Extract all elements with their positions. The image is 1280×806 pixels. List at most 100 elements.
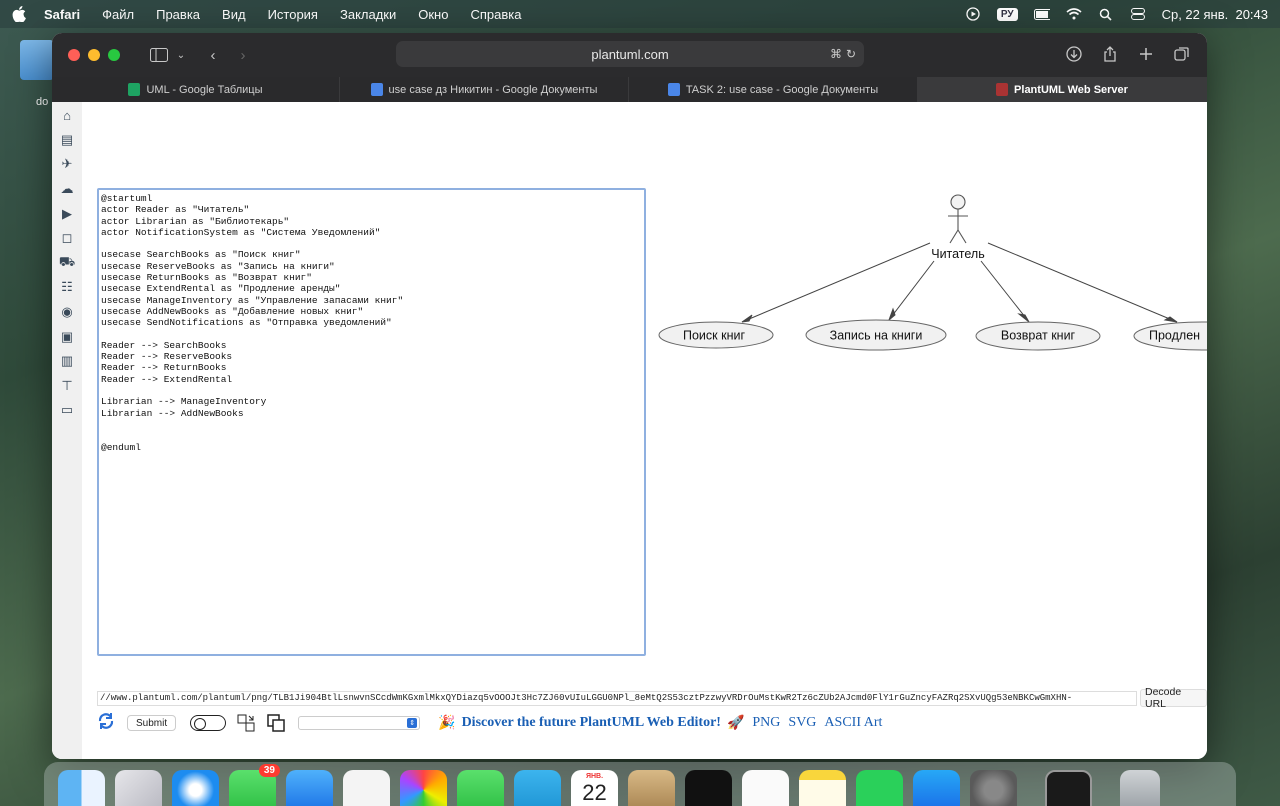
- desktop-folder-label[interactable]: do: [36, 96, 48, 108]
- photos-app-icon[interactable]: [400, 770, 447, 806]
- code-line: actor Librarian as "Библиотекарь": [101, 215, 290, 227]
- code-line: Reader --> ReserveBooks: [101, 351, 233, 363]
- refresh-icon[interactable]: [97, 712, 117, 735]
- cart-icon[interactable]: ⛟: [58, 254, 76, 273]
- minimize-window-button[interactable]: [88, 49, 100, 61]
- tab-label: PlantUML Web Server: [1014, 83, 1128, 96]
- editor-controls: Submit ⇕ 🎉 Discover the future PlantUML …: [97, 710, 1197, 736]
- menu-file[interactable]: Файл: [102, 7, 134, 22]
- app-store-app-icon[interactable]: [913, 770, 960, 806]
- spark-app-icon[interactable]: [685, 770, 732, 806]
- terminal-app-icon[interactable]: [1045, 770, 1092, 806]
- mail-app-icon[interactable]: [286, 770, 333, 806]
- contacts-app-icon[interactable]: [628, 770, 675, 806]
- zoom-window-button[interactable]: [108, 49, 120, 61]
- forward-icon[interactable]: ›: [232, 44, 254, 66]
- messages-app-icon[interactable]: 39: [229, 764, 280, 806]
- code-line: Reader --> SearchBooks: [101, 339, 227, 351]
- battery-icon[interactable]: [1033, 7, 1050, 21]
- export-format-select[interactable]: ⇕: [298, 716, 421, 730]
- telegram-app-icon[interactable]: [514, 770, 561, 806]
- trash-app-icon[interactable]: [1120, 770, 1160, 806]
- document-icon[interactable]: ▤: [58, 131, 76, 150]
- cloud-icon[interactable]: ☁: [58, 180, 76, 199]
- window-controls: [68, 49, 120, 61]
- palette-icon[interactable]: ◉: [58, 303, 76, 322]
- wifi-icon[interactable]: [1066, 7, 1082, 21]
- ascii-art-link[interactable]: ASCII Art: [824, 715, 882, 731]
- menu-help[interactable]: Справка: [470, 7, 521, 22]
- tab-overview-icon[interactable]: [1171, 43, 1193, 65]
- apple-menu-icon[interactable]: [12, 6, 26, 22]
- sidebar-toggle-icon[interactable]: [148, 44, 170, 66]
- tab-uml-sheets[interactable]: UML - Google Таблицы: [52, 77, 340, 102]
- sitemap-icon[interactable]: ☷: [58, 278, 76, 297]
- play-icon[interactable]: [965, 7, 981, 21]
- copy-image-icon[interactable]: [266, 713, 286, 733]
- decode-url-button[interactable]: Decode URL: [1140, 686, 1207, 710]
- menu-edit[interactable]: Правка: [156, 7, 200, 22]
- status-area: РУ Ср, 22 янв. 20:43: [965, 7, 1268, 22]
- system-settings-app-icon[interactable]: [970, 770, 1017, 806]
- menu-app-name[interactable]: Safari: [44, 7, 80, 22]
- tab-task2-docs[interactable]: TASK 2: use case - Google Документы: [629, 77, 918, 102]
- close-window-button[interactable]: [68, 49, 80, 61]
- back-icon[interactable]: ‹: [202, 44, 224, 66]
- control-center-icon[interactable]: [1130, 7, 1146, 21]
- reload-icon[interactable]: ↻: [846, 47, 856, 61]
- share-icon[interactable]: [1099, 43, 1121, 65]
- notes-app-icon[interactable]: [799, 770, 846, 806]
- menubar-datetime[interactable]: Ср, 22 янв. 20:43: [1162, 7, 1268, 22]
- whatsapp-app-icon[interactable]: [856, 770, 903, 806]
- library-icon[interactable]: ▥: [58, 352, 76, 371]
- vscode-app-icon[interactable]: [343, 770, 390, 806]
- submit-button[interactable]: Submit: [127, 715, 177, 731]
- downloads-icon[interactable]: [1063, 43, 1085, 65]
- promo-banner[interactable]: 🎉 Discover the future PlantUML Web Edito…: [438, 715, 744, 732]
- tab-plantuml[interactable]: PlantUML Web Server: [918, 77, 1207, 102]
- signpost-icon[interactable]: ⊤: [58, 377, 76, 396]
- calendar-app-icon[interactable]: ЯНВ. 22: [571, 770, 618, 806]
- home-icon[interactable]: ⌂: [58, 106, 76, 125]
- input-language-indicator[interactable]: РУ: [996, 7, 1018, 21]
- code-line: actor Reader as "Читатель": [101, 204, 250, 216]
- menu-history[interactable]: История: [268, 7, 318, 22]
- rocket-icon[interactable]: ✈: [58, 155, 76, 174]
- tab-label: use case дз Никитин - Google Документы: [388, 83, 598, 96]
- chevron-down-icon: ⇕: [407, 718, 418, 728]
- usecase-extend-rental: Продлен: [1133, 321, 1207, 351]
- code-line: Librarian --> AddNewBooks: [101, 407, 244, 419]
- code-line: @enduml: [101, 441, 141, 453]
- new-tab-icon[interactable]: [1135, 43, 1157, 65]
- reminders-app-icon[interactable]: [742, 770, 789, 806]
- svg-link[interactable]: SVG: [788, 715, 816, 731]
- swap-panels-icon[interactable]: [236, 713, 256, 733]
- launchpad-app-icon[interactable]: [115, 770, 162, 806]
- safari-app-icon[interactable]: [172, 770, 219, 806]
- tab-usecase-docs[interactable]: use case дз Никитин - Google Документы: [340, 77, 629, 102]
- video-icon[interactable]: ▶: [58, 204, 76, 223]
- desktop-folder-icon[interactable]: [20, 40, 54, 80]
- facetime-app-icon[interactable]: [457, 770, 504, 806]
- menu-bookmarks[interactable]: Закладки: [340, 7, 396, 22]
- menu-window[interactable]: Окно: [418, 7, 448, 22]
- chip-icon[interactable]: ▣: [58, 327, 76, 346]
- search-icon[interactable]: [1098, 7, 1114, 21]
- code-line: Reader --> ReturnBooks: [101, 362, 227, 374]
- plantuml-source-editor[interactable]: @startuml actor Reader as "Читатель" actor…: [97, 188, 646, 656]
- theme-toggle[interactable]: [190, 715, 227, 731]
- menu-view[interactable]: Вид: [222, 7, 246, 22]
- chevron-down-icon[interactable]: ⌄: [170, 44, 192, 66]
- png-link[interactable]: PNG: [752, 715, 780, 731]
- address-bar[interactable]: plantuml.com ⌘ ↻: [396, 41, 864, 67]
- encoded-url-field[interactable]: //www.plantuml.com/plantuml/png/TLB1Ji90…: [97, 691, 1137, 706]
- book-icon[interactable]: ▭: [58, 401, 76, 420]
- macos-menubar: Safari Файл Правка Вид История Закладки …: [0, 0, 1280, 28]
- finder-app-icon[interactable]: [58, 770, 105, 806]
- chat-icon[interactable]: ◻: [58, 229, 76, 248]
- usecase-reserve-books: Запись на книги: [805, 319, 947, 351]
- translate-icon[interactable]: ⌘: [830, 47, 842, 61]
